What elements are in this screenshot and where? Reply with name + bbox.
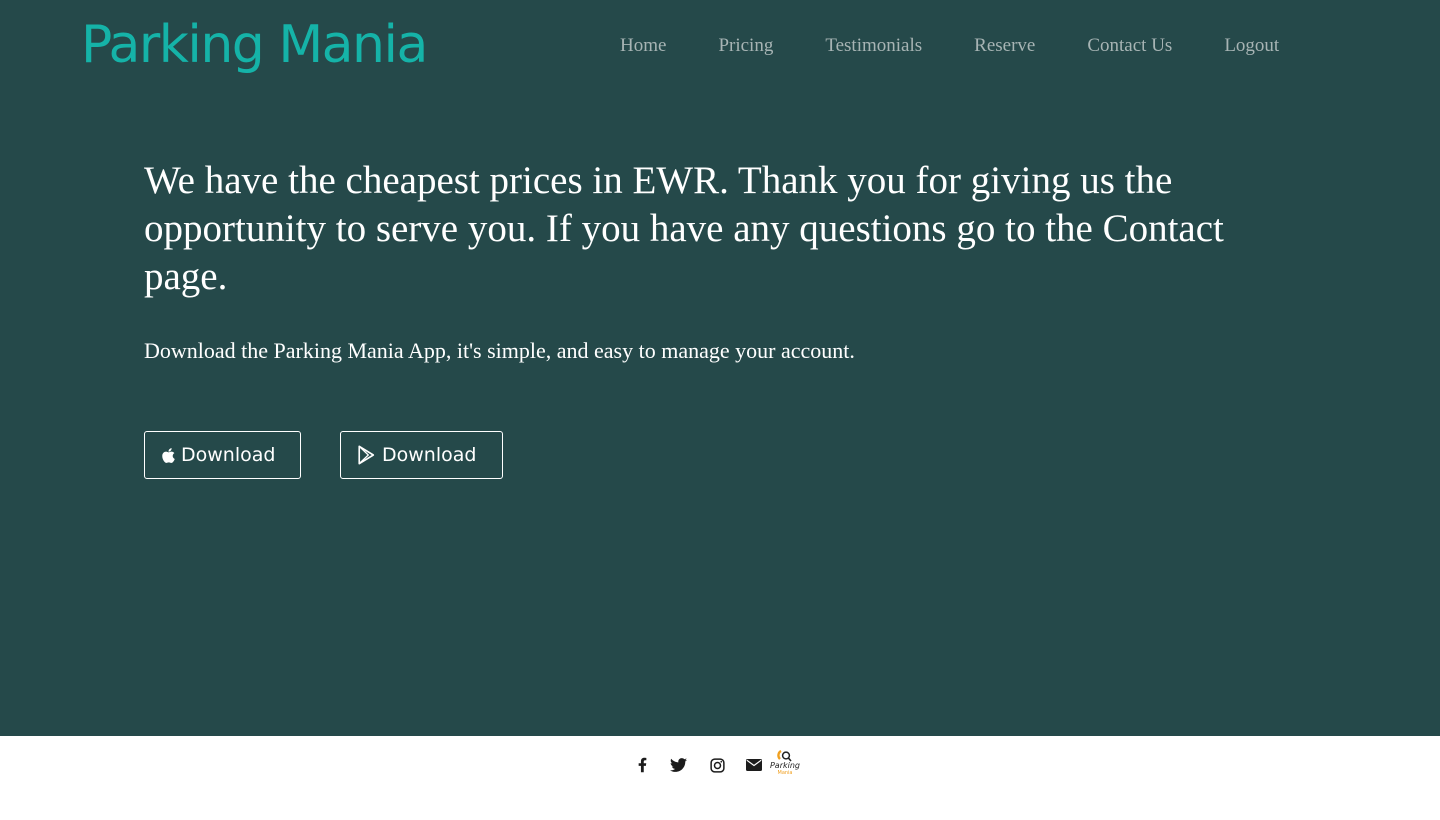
nav-item-logout[interactable]: Logout (1224, 33, 1279, 59)
google-play-icon (357, 445, 376, 465)
nav-item-contact-us[interactable]: Contact Us (1087, 33, 1172, 59)
nav-item-home[interactable]: Home (620, 33, 666, 59)
app-store-download-label: Download (181, 444, 276, 466)
hero-subline: Download the Parking Mania App, it's sim… (144, 338, 855, 363)
nav-item-pricing[interactable]: Pricing (718, 33, 773, 59)
nav-item-testimonials[interactable]: Testimonials (825, 33, 922, 59)
google-play-download-button[interactable]: Download (340, 431, 503, 479)
logo-mini-text: Parking (769, 761, 801, 770)
hero-headline: We have the cheapest prices in EWR. Than… (144, 159, 1224, 298)
envelope-icon[interactable] (745, 752, 763, 778)
twitter-icon[interactable] (669, 752, 687, 778)
instagram-icon[interactable] (709, 752, 725, 778)
logo-mini-subtext: Mania (777, 770, 793, 776)
nav-item-reserve[interactable]: Reserve (974, 33, 1035, 59)
parking-mania-logo: Parking Mania (770, 750, 800, 780)
google-play-download-label: Download (382, 444, 477, 466)
apple-icon (161, 447, 176, 464)
facebook-icon[interactable] (634, 752, 650, 778)
main-nav: Home Pricing Testimonials Reserve Contac… (620, 33, 1279, 59)
brand-logo-link[interactable]: Parking Mania (81, 12, 428, 78)
footer (0, 736, 1440, 820)
hero-section: Parking Mania Home Pricing Testimonials … (0, 0, 1440, 736)
app-store-download-button[interactable]: Download (144, 431, 301, 479)
social-links: Parking Mania (634, 750, 800, 780)
